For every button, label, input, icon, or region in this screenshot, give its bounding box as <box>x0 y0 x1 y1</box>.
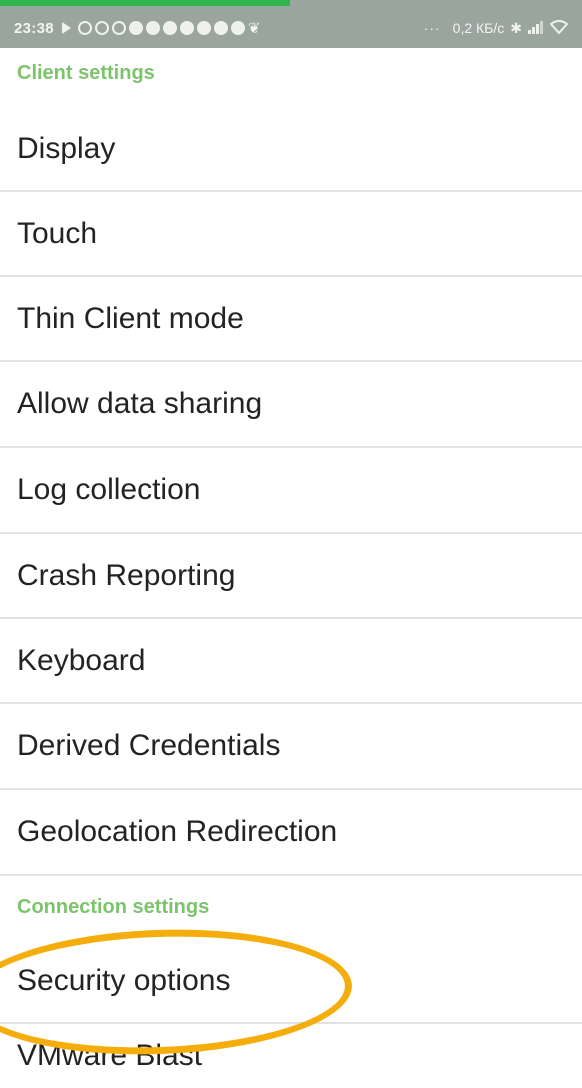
notif-chat-icon <box>128 21 143 35</box>
settings-item-label: Log collection <box>17 473 201 506</box>
settings-item-keyboard[interactable]: Keyboard <box>0 619 582 702</box>
settings-item-display[interactable]: Display <box>0 108 582 190</box>
settings-item-label: Derived Credentials <box>17 729 281 762</box>
settings-item-geolocation-redirection[interactable]: Geolocation Redirection <box>0 790 582 874</box>
status-bar-accent <box>0 0 290 6</box>
client-settings-header: Client settings <box>17 62 155 84</box>
notif-flame-icon: ❦ <box>247 20 261 37</box>
notif-m-icon <box>94 21 109 35</box>
connection-settings-header: Connection settings <box>17 896 210 918</box>
settings-item-touch[interactable]: Touch <box>0 192 582 275</box>
status-time: 23:38 <box>14 19 54 37</box>
settings-item-derived-credentials[interactable]: Derived Credentials <box>0 704 582 788</box>
signal-icon <box>528 20 544 37</box>
settings-item-label: Display <box>17 132 116 165</box>
settings-item-label: Thin Client mode <box>17 301 244 335</box>
notif-m-icon <box>111 21 126 35</box>
settings-item-label: Allow data sharing <box>17 387 263 420</box>
status-right: ··· 0,2 КБ/с ✱ <box>423 19 569 37</box>
notif-fb-icon <box>213 21 228 35</box>
notif-fb-icon <box>162 21 177 35</box>
status-bar: 23:38 ❦ ··· 0,2 КБ/с ✱ <box>0 0 582 48</box>
notif-check-icon <box>230 21 245 35</box>
notif-fb-icon <box>196 21 211 35</box>
play-icon <box>61 22 71 34</box>
settings-item-allow-data-sharing[interactable]: Allow data sharing <box>0 362 582 446</box>
divider <box>0 874 582 876</box>
settings-item-crash-reporting[interactable]: Crash Reporting <box>0 534 582 617</box>
notif-fb-icon <box>179 21 194 35</box>
network-speed: 0,2 КБ/с <box>452 20 505 36</box>
settings-item-thin-client-mode[interactable]: Thin Client mode <box>0 277 582 360</box>
settings-item-log-collection[interactable]: Log collection <box>0 448 582 532</box>
settings-item-label: Crash Reporting <box>17 558 236 592</box>
settings-item-label: Geolocation Redirection <box>17 815 338 848</box>
more-notifications-icon: ··· <box>423 20 441 36</box>
notif-m-icon <box>77 21 92 35</box>
status-bar-content: 23:38 ❦ ··· 0,2 КБ/с ✱ <box>0 8 582 48</box>
notification-icons: ❦ <box>61 19 261 37</box>
settings-item-label: Keyboard <box>17 643 146 677</box>
bluetooth-icon: ✱ <box>510 19 522 36</box>
settings-item-label: Touch <box>17 216 98 250</box>
wifi-icon <box>549 19 569 37</box>
notif-chat-icon <box>145 21 160 35</box>
